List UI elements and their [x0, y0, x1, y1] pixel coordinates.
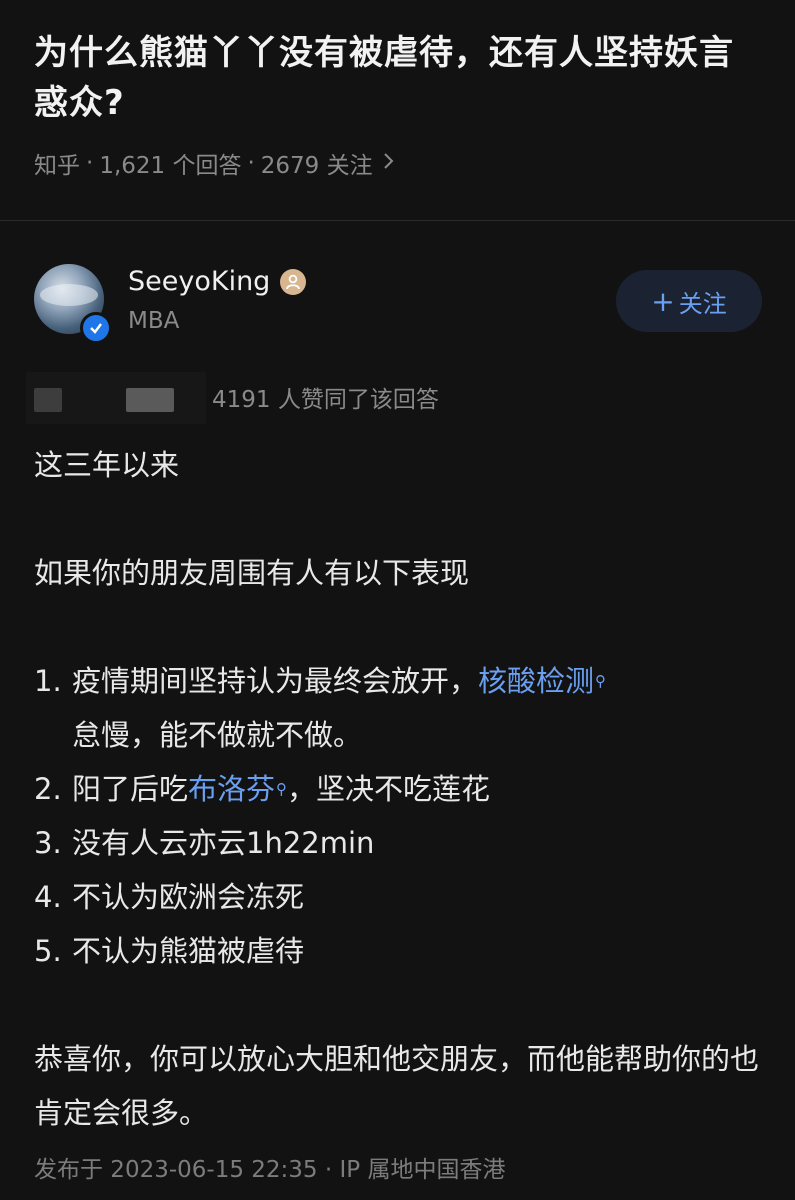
- list-item-text-after: ，坚决不吃莲花: [287, 772, 491, 806]
- list-item-text-after: 怠慢，能不做就不做。: [72, 718, 363, 752]
- search-link-nucleic-test[interactable]: 核酸检测⚲: [478, 664, 606, 698]
- follow-label: 关注: [678, 289, 727, 318]
- list-item: 4. 不认为欧洲会冻死: [34, 870, 764, 924]
- list-item-text: 阳了后吃布洛芬⚲，坚决不吃莲花: [72, 762, 490, 816]
- list-number: 3.: [34, 826, 62, 860]
- vote-count-text: 4191 人赞同了该回答: [212, 387, 439, 413]
- publish-info: 发布于 2023-06-15 22:35 · IP 属地中国香港: [34, 1157, 506, 1183]
- list-item-text: 没有人云亦云1h22min: [72, 826, 375, 860]
- voter-avatars-blurred: [26, 372, 206, 424]
- verified-icon: [80, 312, 112, 344]
- list-number: 4.: [34, 880, 62, 914]
- link-label[interactable]: 布洛芬: [188, 772, 275, 806]
- list-number: 5.: [34, 934, 62, 968]
- answers-count: 1,621 个回答: [99, 153, 242, 179]
- list-item: 1. 疫情期间坚持认为最终会放开，核酸检测⚲ 怠慢，能不做就不做。: [34, 654, 764, 762]
- answer-paragraph: 恭喜你，你可以放心大胆和他交朋友，而他能帮助你的也肯定会很多。: [34, 1042, 760, 1130]
- answer-paragraph: 这三年以来: [34, 448, 180, 482]
- list-item-text-before: 疫情期间坚持认为最终会放开，: [72, 664, 479, 698]
- search-link-ibuprofen[interactable]: 布洛芬⚲: [188, 772, 287, 806]
- followers-count: 2679 关注: [260, 153, 373, 179]
- answer-list: 1. 疫情期间坚持认为最终会放开，核酸检测⚲ 怠慢，能不做就不做。 2. 阳了后吃…: [34, 654, 764, 978]
- chevron-right-icon: [383, 151, 395, 175]
- question-title[interactable]: 为什么熊猫丫丫没有被虐待，还有人坚持妖言惑众?: [34, 28, 764, 128]
- list-item-text: 疫情期间坚持认为最终会放开，核酸检测⚲ 怠慢，能不做就不做。: [72, 654, 606, 762]
- source-label: 知乎: [34, 153, 80, 179]
- author-bio: MBA: [128, 308, 180, 334]
- list-item-text: 不认为欧洲会冻死: [72, 880, 305, 914]
- list-number: 1.: [34, 664, 62, 698]
- answer-paragraph: 如果你的朋友周围有人有以下表现: [34, 556, 470, 590]
- blurred-avatar: [126, 388, 174, 412]
- blurred-avatar: [34, 388, 62, 412]
- avatar-image-detail: [40, 284, 98, 306]
- link-label[interactable]: 核酸检测: [478, 664, 594, 698]
- list-number: 2.: [34, 772, 62, 806]
- author-name[interactable]: SeeyoKing: [128, 266, 270, 297]
- search-icon: ⚲: [595, 672, 607, 690]
- plus-icon: +: [651, 284, 675, 318]
- author-name-row[interactable]: SeeyoKing: [128, 266, 307, 297]
- list-item: 3. 没有人云亦云1h22min: [34, 816, 764, 870]
- list-item-text: 不认为熊猫被虐待: [72, 934, 305, 968]
- section-divider: [0, 220, 795, 221]
- list-item: 5. 不认为熊猫被虐待: [34, 924, 764, 978]
- list-item: 2. 阳了后吃布洛芬⚲，坚决不吃莲花: [34, 762, 764, 816]
- list-item-text-before: 阳了后吃: [72, 772, 189, 806]
- meta-separator: ·: [86, 150, 94, 176]
- question-meta[interactable]: 知乎 · 1,621 个回答 · 2679 关注: [34, 146, 395, 180]
- answer-content: 这三年以来 如果你的朋友周围有人有以下表现 1. 疫情期间坚持认为最终会放开，核…: [34, 438, 764, 1140]
- meta-separator: ·: [247, 150, 255, 176]
- follow-button[interactable]: + 关注: [616, 270, 762, 332]
- creator-level-icon: [280, 268, 307, 295]
- search-icon: ⚲: [276, 780, 288, 798]
